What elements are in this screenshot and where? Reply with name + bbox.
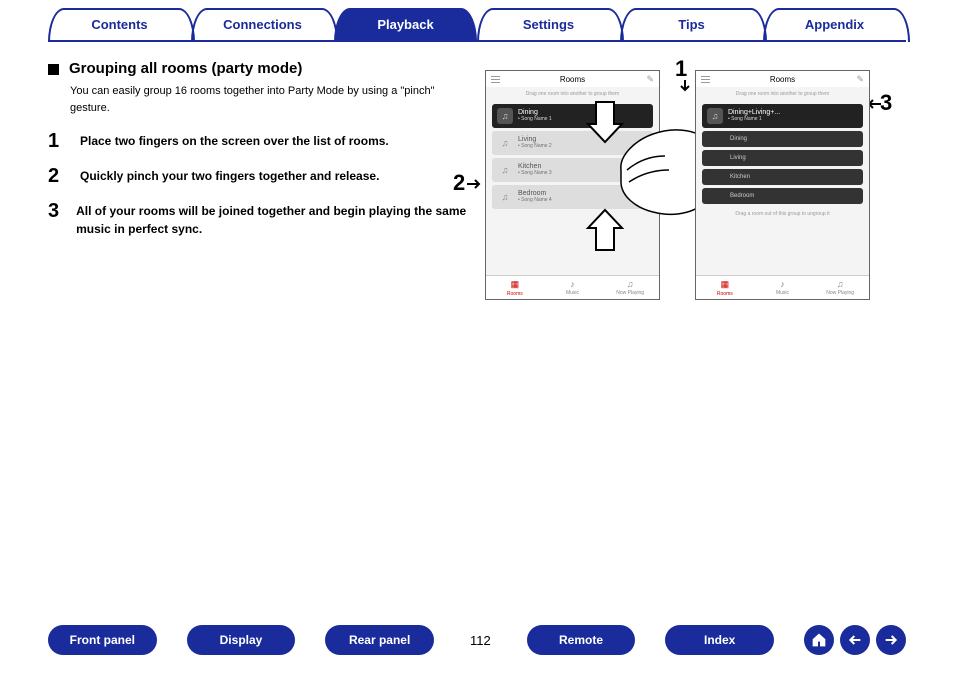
song-name: • Song Name 1 [728, 117, 780, 123]
phone-header: Rooms ✎ [696, 71, 869, 87]
step-1: 1 Place two fingers on the screen over t… [48, 130, 469, 153]
nav-rear-panel[interactable]: Rear panel [325, 625, 434, 655]
tab-label: Music [566, 290, 579, 296]
page-number: 112 [470, 633, 491, 648]
phone-title: Rooms [560, 75, 585, 84]
tab-contents[interactable]: Contents [48, 8, 191, 42]
top-tabs: Contents Connections Playback Settings T… [0, 0, 954, 42]
music-icon: ♫ [707, 108, 723, 124]
tab-label: Now Playing [616, 290, 644, 296]
tab-label: Rooms [717, 291, 733, 297]
home-icon [811, 632, 827, 648]
nowplaying-icon: ♫ [837, 279, 844, 289]
group-member-row: Kitchen [702, 169, 863, 185]
callout-1: 1 [675, 56, 687, 82]
tab-label: Music [776, 290, 789, 296]
edit-icon: ✎ [856, 74, 864, 85]
step-number: 2 [48, 165, 64, 188]
group-header-row: ♫ Dining+Living+...• Song Name 1 [702, 104, 863, 128]
phone-hint: Drag one room into another to group them [696, 87, 869, 101]
nav-front-panel[interactable]: Front panel [48, 625, 157, 655]
step-number: 3 [48, 200, 60, 238]
tab-playback[interactable]: Playback [334, 8, 477, 42]
song-name: • Song Name 2 [518, 144, 552, 150]
nav-display[interactable]: Display [187, 625, 296, 655]
phone-header: Rooms ✎ [486, 71, 659, 87]
callout-3: 3 [880, 90, 892, 116]
room-row: ♫ Kitchen• Song Name 3 [492, 158, 653, 182]
hamburger-icon [491, 74, 500, 83]
music-icon: ♫ [497, 108, 513, 124]
tab-tips[interactable]: Tips [620, 8, 763, 42]
room-row: ♫ Living• Song Name 2 [492, 131, 653, 155]
prev-page-button[interactable] [840, 625, 870, 655]
section-heading: Grouping all rooms (party mode) [48, 60, 469, 77]
hamburger-icon [701, 74, 710, 83]
ungroup-hint: Drag a room out of this group to ungroup… [696, 207, 869, 221]
step-text: All of your rooms will be joined togethe… [76, 200, 469, 238]
section-intro: You can easily group 16 rooms together i… [70, 83, 469, 116]
nav-remote[interactable]: Remote [527, 625, 636, 655]
group-member-row: Dining [702, 131, 863, 147]
group-member-row: Bedroom [702, 188, 863, 204]
bullet-square-icon [48, 64, 59, 75]
edit-icon: ✎ [646, 74, 654, 85]
room-row: ♫ Bedroom• Song Name 4 [492, 185, 653, 209]
music-icon: ♪ [780, 279, 785, 289]
arrow-left-icon [847, 632, 863, 648]
step-text: Quickly pinch your two fingers together … [80, 165, 379, 188]
step-number: 1 [48, 130, 64, 153]
step-2: 2 Quickly pinch your two fingers togethe… [48, 165, 469, 188]
nowplaying-icon: ♫ [627, 279, 634, 289]
bottom-nav: Front panel Display Rear panel 112 Remot… [0, 625, 954, 655]
group-member-row: Living [702, 150, 863, 166]
music-icon: ♫ [497, 135, 513, 151]
phone-hint: Drag one room into another to group them [486, 87, 659, 101]
song-name: • Song Name 1 [518, 117, 552, 123]
tab-settings[interactable]: Settings [477, 8, 620, 42]
home-button[interactable] [804, 625, 834, 655]
arrow-right-icon [467, 178, 485, 190]
tab-appendix[interactable]: Appendix [763, 8, 906, 42]
arrow-down-icon [679, 80, 691, 94]
music-icon: ♪ [570, 279, 575, 289]
illustration: 1 2 3 Rooms ✎ Drag one room into another… [485, 60, 875, 320]
phone-title: Rooms [770, 75, 795, 84]
phone-bottom-bar: ▦Rooms ♪Music ♫Now Playing [696, 275, 869, 299]
tab-label: Now Playing [826, 290, 854, 296]
music-icon: ♫ [497, 189, 513, 205]
step-3: 3 All of your rooms will be joined toget… [48, 200, 469, 238]
callout-2: 2 [453, 170, 465, 196]
song-name: • Song Name 3 [518, 171, 552, 177]
step-text: Place two fingers on the screen over the… [80, 130, 389, 153]
nav-index[interactable]: Index [665, 625, 774, 655]
phone-bottom-bar: ▦Rooms ♪Music ♫Now Playing [486, 275, 659, 299]
rooms-icon: ▦ [721, 279, 730, 290]
arrow-right-icon [883, 632, 899, 648]
tab-connections[interactable]: Connections [191, 8, 334, 42]
song-name: • Song Name 4 [518, 198, 552, 204]
room-row: ♫ Dining• Song Name 1 [492, 104, 653, 128]
phone-after: Rooms ✎ Drag one room into another to gr… [695, 70, 870, 300]
rooms-icon: ▦ [511, 279, 520, 290]
section-title-text: Grouping all rooms (party mode) [69, 60, 302, 77]
tab-label: Rooms [507, 291, 523, 297]
phone-before: Rooms ✎ Drag one room into another to gr… [485, 70, 660, 300]
music-icon: ♫ [497, 162, 513, 178]
next-page-button[interactable] [876, 625, 906, 655]
